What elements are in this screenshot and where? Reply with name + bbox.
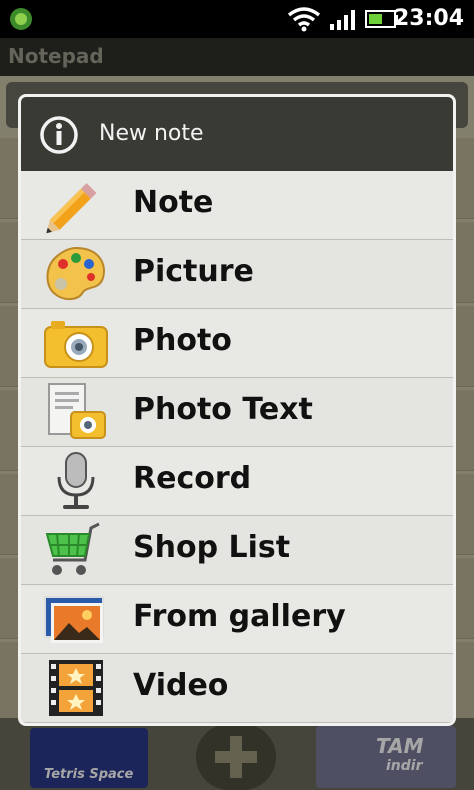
camera-icon [43, 313, 109, 373]
item-label: Note [133, 185, 214, 220]
item-note[interactable]: Note [21, 171, 453, 240]
status-bar: 23:04 [0, 0, 474, 38]
new-note-dialog: New note Note Picture Photo Photo Text R… [18, 94, 456, 726]
item-label: From gallery [133, 599, 346, 634]
item-photo-text[interactable]: Photo Text [21, 378, 453, 447]
pencil-icon [43, 175, 109, 235]
item-shop-list[interactable]: Shop List [21, 516, 453, 585]
microphone-icon [43, 451, 109, 511]
clock: 23:04 [393, 6, 464, 31]
dialog-header: New note [21, 97, 453, 171]
info-icon [39, 115, 79, 159]
signal-icon [330, 8, 356, 34]
dialog-title: New note [99, 121, 204, 146]
item-record[interactable]: Record [21, 447, 453, 516]
dialog-item-list: Note Picture Photo Photo Text Record Sho… [21, 171, 453, 723]
app-notification-icon [8, 6, 34, 36]
item-label: Shop List [133, 530, 291, 565]
item-photo[interactable]: Photo [21, 309, 453, 378]
item-label: Photo Text [133, 392, 313, 427]
film-icon [43, 658, 109, 718]
photo-text-icon [43, 382, 109, 442]
gallery-icon [43, 589, 109, 649]
item-video[interactable]: Video [21, 654, 453, 723]
wifi-icon [287, 6, 321, 36]
item-from-gallery[interactable]: From gallery [21, 585, 453, 654]
item-picture[interactable]: Picture [21, 240, 453, 309]
item-label: Photo [133, 323, 232, 358]
item-label: Video [133, 668, 229, 703]
palette-icon [43, 244, 109, 304]
shopping-cart-icon [43, 520, 109, 580]
item-label: Record [133, 461, 252, 496]
item-label: Picture [133, 254, 254, 289]
